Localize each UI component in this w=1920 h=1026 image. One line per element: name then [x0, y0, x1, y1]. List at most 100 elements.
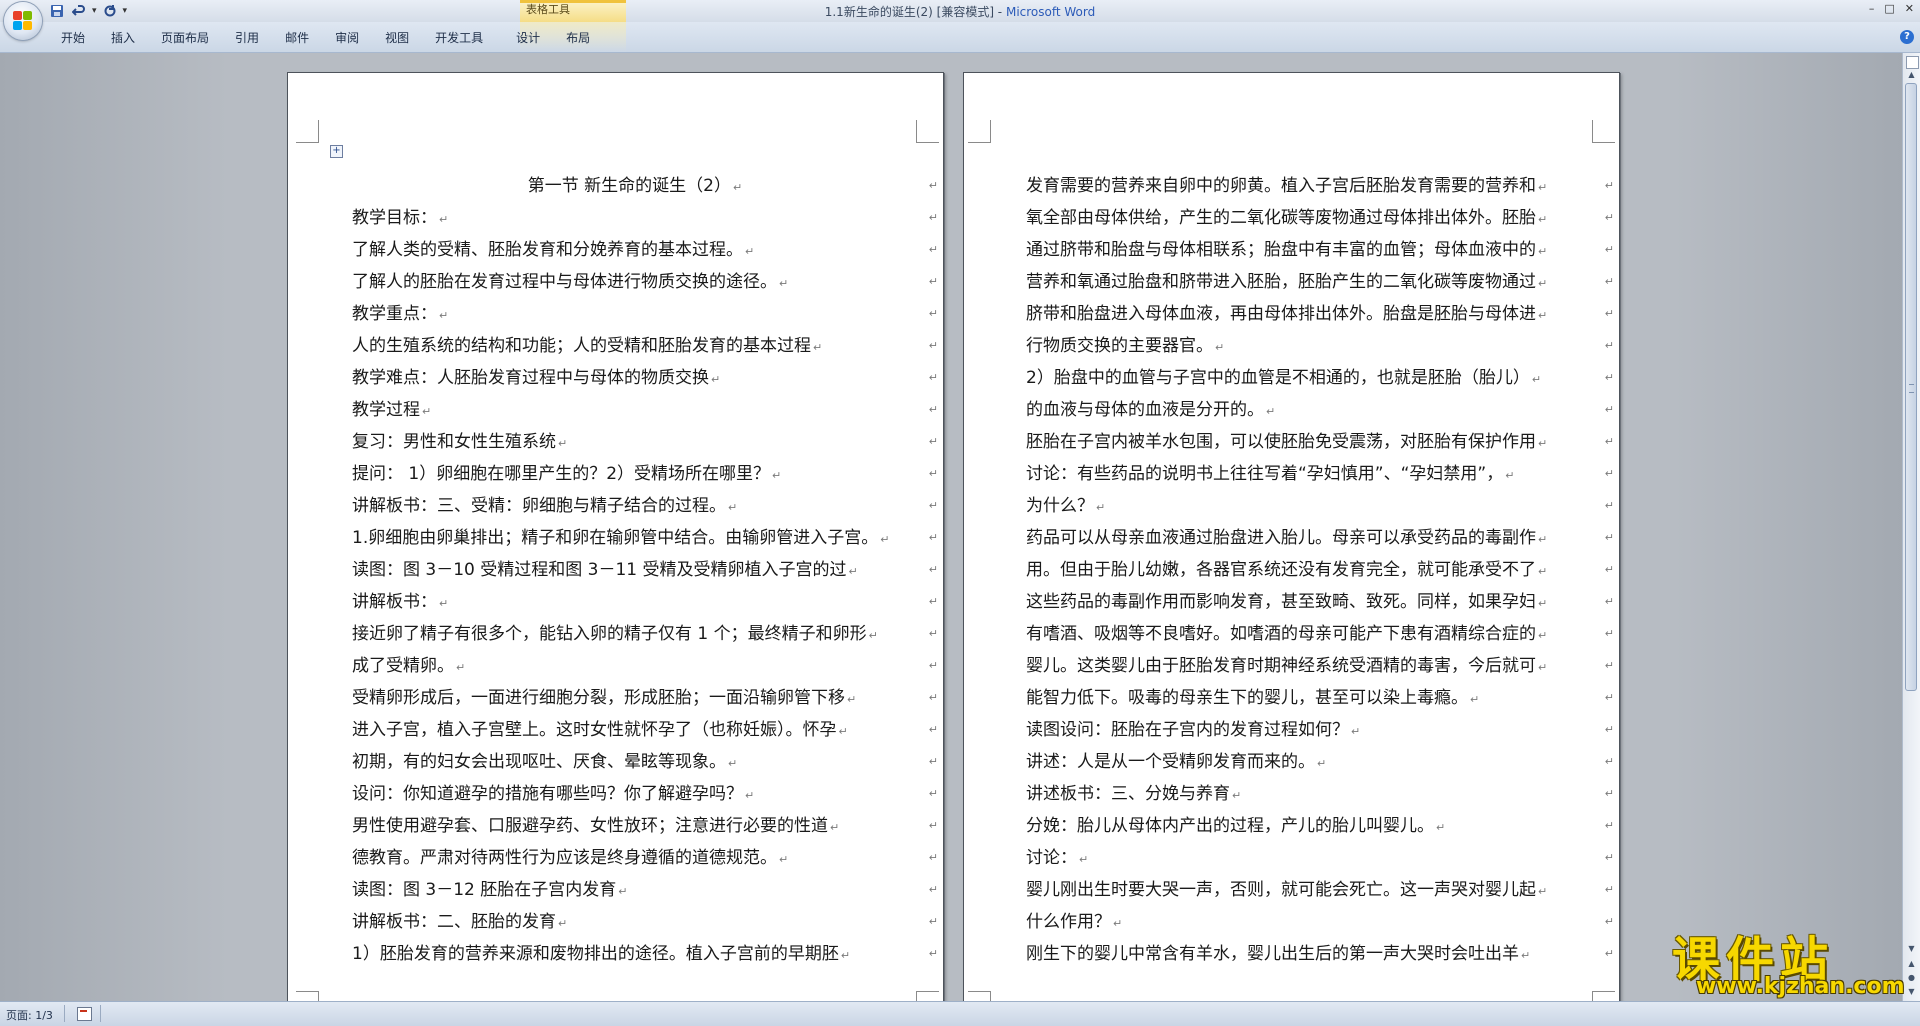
cell-end-mark-icon: ↵ — [928, 211, 938, 224]
paragraph-mark-icon: ↵ — [1538, 629, 1548, 642]
text-line[interactable]: 读图：图 3－12 胚胎在子宫内发育 ↵ ↵ — [352, 874, 940, 906]
crop-mark — [916, 120, 939, 143]
close-button[interactable]: ✕ — [1905, 2, 1914, 15]
text-line[interactable]: 脐带和胎盘进入母体血液，再由母体排出体外。胎盘是胚胎与母体进 ↵ ↵ — [1026, 298, 1616, 330]
text-line[interactable]: 讲解板书：三、受精：卵细胞与精子结合的过程。 ↵ ↵ — [352, 490, 940, 522]
text-line[interactable]: 读图设问：胚胎在子宫内的发育过程如何？ ↵ ↵ — [1026, 714, 1616, 746]
page-1[interactable]: + 第一节 新生命的诞生（2） ↵ ↵ 教学目标： ↵ ↵ 了解人类的受精、胚胎发育和分娩养… — [287, 72, 944, 1001]
text-line[interactable]: 第一节 新生命的诞生（2） ↵ ↵ — [352, 170, 940, 202]
next-page-icon[interactable]: ▼ — [1903, 985, 1920, 999]
text-line[interactable]: 这些药品的毒副作用而影响发育，甚至致畸、致死。同样，如果孕妇 ↵ ↵ — [1026, 586, 1616, 618]
scroll-down-icon[interactable]: ▼ — [1903, 941, 1920, 957]
tab-table-layout[interactable]: 布局 — [553, 30, 603, 46]
text-line[interactable]: 发育需要的营养来自卵中的卵黄。植入子宫后胚胎发育需要的营养和 ↵ ↵ — [1026, 170, 1616, 202]
text-line[interactable]: 药品可以从母亲血液通过胎盘进入胎儿。母亲可以承受药品的毒副作 ↵ ↵ — [1026, 522, 1616, 554]
cell-end-mark-icon: ↵ — [1604, 659, 1614, 672]
text-line[interactable]: 了解人类的受精、胚胎发育和分娩养育的基本过程。 ↵ ↵ — [352, 234, 940, 266]
text-line[interactable]: 营养和氧通过胎盘和脐带进入胚胎，胚胎产生的二氧化碳等废物通过 ↵ ↵ — [1026, 266, 1616, 298]
proofing-status-icon[interactable] — [77, 1007, 92, 1021]
page-count-status[interactable]: 页面: 1/3 — [6, 1007, 53, 1023]
page-2-text[interactable]: 发育需要的营养来自卵中的卵黄。植入子宫后胚胎发育需要的营养和 ↵ ↵ 氧全部由母体供给… — [1026, 170, 1616, 970]
text-line[interactable]: 通过脐带和胎盘与母体相联系；胎盘中有丰富的血管；母体血液中的 ↵ ↵ — [1026, 234, 1616, 266]
text-line[interactable]: 能智力低下。吸毒的母亲生下的婴儿，甚至可以染上毒瘾。 ↵ ↵ — [1026, 682, 1616, 714]
text-line[interactable]: 读图：图 3－10 受精过程和图 3－11 受精及受精卵植入子宫的过 ↵ ↵ — [352, 554, 940, 586]
cell-end-mark-icon: ↵ — [1604, 499, 1614, 512]
text-line[interactable]: 1）胚胎发育的营养来源和废物排出的途径。植入子宫前的早期胚 ↵ ↵ — [352, 938, 940, 970]
page-1-text[interactable]: 第一节 新生命的诞生（2） ↵ ↵ 教学目标： ↵ ↵ 了解人类的受精、胚胎发育和分娩养育的… — [352, 170, 940, 970]
page-2[interactable]: 发育需要的营养来自卵中的卵黄。植入子宫后胚胎发育需要的营养和 ↵ ↵ 氧全部由母体供给… — [963, 72, 1620, 1001]
text-line[interactable]: 讨论： ↵ ↵ — [1026, 842, 1616, 874]
paragraph-mark-icon: ↵ — [779, 277, 789, 290]
text-line[interactable]: 提问： 1）卵细胞在哪里产生的？2）受精场所在哪里？ ↵ ↵ — [352, 458, 940, 490]
text-line[interactable]: 氧全部由母体供给，产生的二氧化碳等废物通过母体排出体外。胚胎 ↵ ↵ — [1026, 202, 1616, 234]
text-line[interactable]: 分娩：胎儿从母体内产出的过程，产儿的胎儿叫婴儿。 ↵ ↵ — [1026, 810, 1616, 842]
text-line[interactable]: 1.卵细胞由卵巢排出；精子和卵在输卵管中结合。由输卵管进入子宫。 ↵ ↵ — [352, 522, 940, 554]
tab-view[interactable]: 视图 — [372, 30, 422, 46]
text-line[interactable]: 人的生殖系统的结构和功能；人的受精和胚胎发育的基本过程 ↵ ↵ — [352, 330, 940, 362]
text-line[interactable]: 受精卵形成后，一面进行细胞分裂，形成胚胎；一面沿输卵管下移 ↵ ↵ — [352, 682, 940, 714]
tab-insert[interactable]: 插入 — [98, 30, 148, 46]
text-line[interactable]: 设问：你知道避孕的措施有哪些吗？你了解避孕吗？ ↵ ↵ — [352, 778, 940, 810]
tab-page-layout[interactable]: 页面布局 — [148, 30, 222, 46]
text-line[interactable]: 婴儿。这类婴儿由于胚胎发育时期神经系统受酒精的毒害，今后就可 ↵ ↵ — [1026, 650, 1616, 682]
text-line[interactable]: 讲述：人是从一个受精卵发育而来的。 ↵ ↵ — [1026, 746, 1616, 778]
text-line[interactable]: 胚胎在子宫内被羊水包围，可以使胚胎免受震荡，对胚胎有保护作用 ↵ ↵ — [1026, 426, 1616, 458]
table-move-handle-icon[interactable]: + — [330, 145, 343, 158]
vertical-scrollbar[interactable]: ▲ ▼ ▲ ● ▼ — [1902, 53, 1920, 1001]
maximize-button[interactable]: □ — [1884, 2, 1894, 15]
text-line[interactable]: 成了受精卵。 ↵ ↵ — [352, 650, 940, 682]
minimize-button[interactable]: – — [1869, 2, 1875, 15]
text-line[interactable]: 讲解板书： ↵ ↵ — [352, 586, 940, 618]
select-browse-object-icon[interactable]: ● — [1903, 971, 1920, 985]
paragraph-mark-icon: ↵ — [1538, 885, 1548, 898]
cell-end-mark-icon: ↵ — [1604, 339, 1614, 352]
text-line[interactable]: 讨论：有些药品的说明书上往往写着“孕妇慎用”、“孕妇禁用”， ↵ ↵ — [1026, 458, 1616, 490]
text-line[interactable]: 进入子宫，植入子宫壁上。这时女性就怀孕了（也称妊娠）。怀孕 ↵ ↵ — [352, 714, 940, 746]
scrollbar-thumb[interactable] — [1905, 83, 1917, 691]
text-line[interactable]: 复习：男性和女性生殖系统 ↵ ↵ — [352, 426, 940, 458]
tab-home[interactable]: 开始 — [48, 30, 98, 46]
cell-end-mark-icon: ↵ — [1604, 915, 1614, 928]
text-line[interactable]: 2）胎盘中的血管与子宫中的血管是不相通的，也就是胚胎（胎儿） ↵ ↵ — [1026, 362, 1616, 394]
text-line[interactable]: 为什么？ ↵ ↵ — [1026, 490, 1616, 522]
line-text: 1.卵细胞由卵巢排出；精子和卵在输卵管中结合。由输卵管进入子宫。 — [352, 528, 879, 548]
text-line[interactable]: 教学难点：人胚胎发育过程中与母体的物质交换 ↵ ↵ — [352, 362, 940, 394]
line-text: 讲解板书：三、受精：卵细胞与精子结合的过程。 — [352, 496, 726, 516]
text-line[interactable]: 的血液与母体的血液是分开的。 ↵ ↵ — [1026, 394, 1616, 426]
scroll-up-icon[interactable]: ▲ — [1903, 67, 1920, 83]
text-line[interactable]: 有嗜酒、吸烟等不良嗜好。如嗜酒的母亲可能产下患有酒精综合症的 ↵ ↵ — [1026, 618, 1616, 650]
text-line[interactable]: 德教育。严肃对待两性行为应该是终身遵循的道德规范。 ↵ ↵ — [352, 842, 940, 874]
text-line[interactable]: 用。但由于胎儿幼嫩，各器官系统还没有发育完全，就可能承受不了 ↵ ↵ — [1026, 554, 1616, 586]
previous-page-icon[interactable]: ▲ — [1903, 957, 1920, 971]
line-text: 发育需要的营养来自卵中的卵黄。植入子宫后胚胎发育需要的营养和 — [1026, 176, 1536, 196]
text-line[interactable]: 了解人的胚胎在发育过程中与母体进行物质交换的途径。 ↵ ↵ — [352, 266, 940, 298]
text-line[interactable]: 教学重点： ↵ ↵ — [352, 298, 940, 330]
text-line[interactable]: 婴儿刚出生时要大哭一声，否则，就可能会死亡。这一声哭对婴儿起 ↵ ↵ — [1026, 874, 1616, 906]
cell-end-mark-icon: ↵ — [1604, 691, 1614, 704]
tab-review[interactable]: 审阅 — [322, 30, 372, 46]
cell-end-mark-icon: ↵ — [1604, 243, 1614, 256]
text-line[interactable]: 什么作用？ ↵ ↵ — [1026, 906, 1616, 938]
text-line[interactable]: 初期，有的妇女会出现呕吐、厌食、晕眩等现象。 ↵ ↵ — [352, 746, 940, 778]
tab-table-design[interactable]: 设计 — [503, 30, 553, 46]
tab-references[interactable]: 引用 — [222, 30, 272, 46]
text-line[interactable]: 讲解板书：二、胚胎的发育 ↵ ↵ — [352, 906, 940, 938]
paragraph-mark-icon: ↵ — [745, 245, 755, 258]
text-line[interactable]: 讲述板书：三、分娩与养育 ↵ ↵ — [1026, 778, 1616, 810]
text-line[interactable]: 接近卵了精子有很多个，能钻入卵的精子仅有 1 个；最终精子和卵形 ↵ ↵ — [352, 618, 940, 650]
line-text: 能智力低下。吸毒的母亲生下的婴儿，甚至可以染上毒瘾。 — [1026, 688, 1468, 708]
office-logo-icon — [13, 11, 33, 31]
table-tools-context-header: 表格工具 — [520, 0, 626, 22]
tab-mailings[interactable]: 邮件 — [272, 30, 322, 46]
text-line[interactable]: 刚生下的婴儿中常含有羊水，婴儿出生后的第一声大哭时会吐出羊 ↵ ↵ — [1026, 938, 1616, 970]
text-line[interactable]: 行物质交换的主要器官。 ↵ ↵ — [1026, 330, 1616, 362]
app-name: Microsoft Word — [1005, 5, 1096, 19]
office-button[interactable] — [4, 2, 42, 40]
text-line[interactable]: 男性使用避孕套、口服避孕药、女性放环；注意进行必要的性道 ↵ ↵ — [352, 810, 940, 842]
line-text: 讲述板书：三、分娩与养育 — [1026, 784, 1230, 804]
help-icon[interactable]: ? — [1900, 30, 1914, 44]
tab-developer[interactable]: 开发工具 — [422, 30, 503, 46]
text-line[interactable]: 教学目标： ↵ ↵ — [352, 202, 940, 234]
text-line[interactable]: 教学过程 ↵ ↵ — [352, 394, 940, 426]
paragraph-mark-icon: ↵ — [558, 917, 568, 930]
